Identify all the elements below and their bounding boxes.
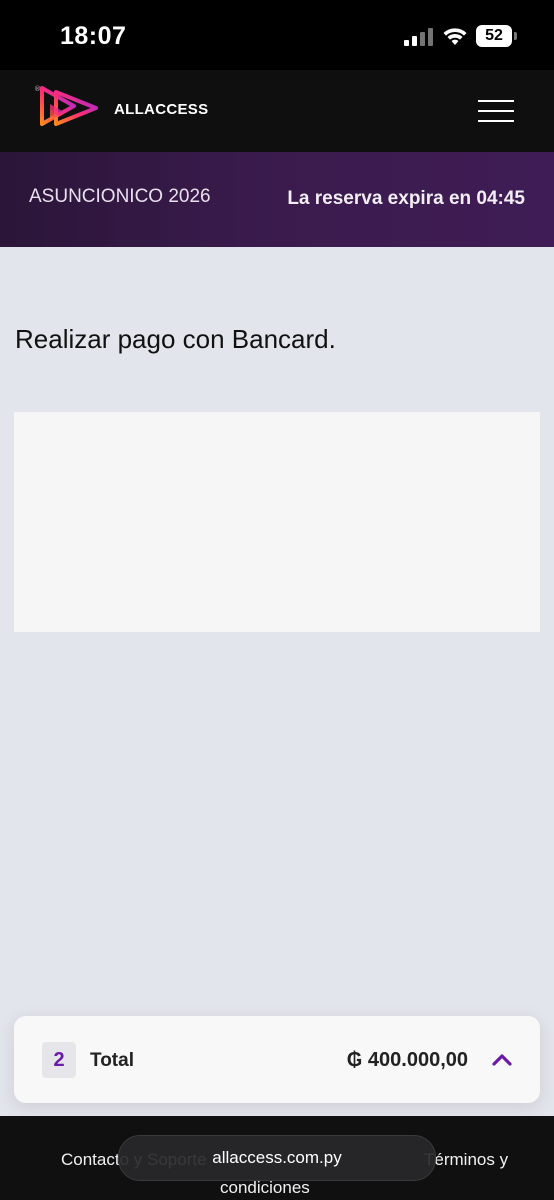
footer-link-conditions[interactable]: condiciones — [220, 1178, 310, 1198]
event-name: ASUNCIONICO 2026 — [29, 186, 211, 207]
checkout-page: 18:07 52 ® ALLACCESS ASUNCIONICO 2026 La… — [0, 0, 554, 1200]
order-summary-bar[interactable]: 2 Total ₲ 400.000,00 — [14, 1016, 540, 1103]
bancard-payment-frame[interactable] — [14, 412, 540, 632]
chevron-up-icon[interactable] — [488, 1046, 516, 1074]
signal-icon — [404, 28, 434, 46]
battery-icon: 52 — [476, 25, 517, 47]
wifi-icon — [443, 28, 467, 45]
event-banner: ASUNCIONICO 2026 La reserva expira en 04… — [0, 152, 554, 247]
hamburger-menu-icon[interactable] — [478, 100, 514, 124]
play-triangles-logo-icon[interactable]: ® — [34, 82, 106, 134]
site-footer: Contacto y Soporte Términos y condicione… — [0, 1116, 554, 1200]
svg-text:®: ® — [34, 85, 41, 93]
reservation-timer: La reserva expira en 04:45 — [287, 188, 525, 209]
footer-link-terms[interactable]: Términos y — [424, 1150, 508, 1170]
status-bar: 18:07 52 — [0, 0, 554, 70]
brand-name: ALLACCESS — [114, 101, 209, 118]
site-header: ® ALLACCESS — [0, 70, 554, 153]
total-label: Total — [90, 1050, 134, 1071]
ticket-count-badge: 2 — [42, 1042, 76, 1078]
total-amount: ₲ 400.000,00 — [346, 1049, 468, 1071]
browser-url-bar[interactable]: allaccess.com.py — [118, 1135, 436, 1181]
status-time: 18:07 — [60, 22, 127, 50]
payment-heading: Realizar pago con Bancard. — [15, 324, 336, 354]
